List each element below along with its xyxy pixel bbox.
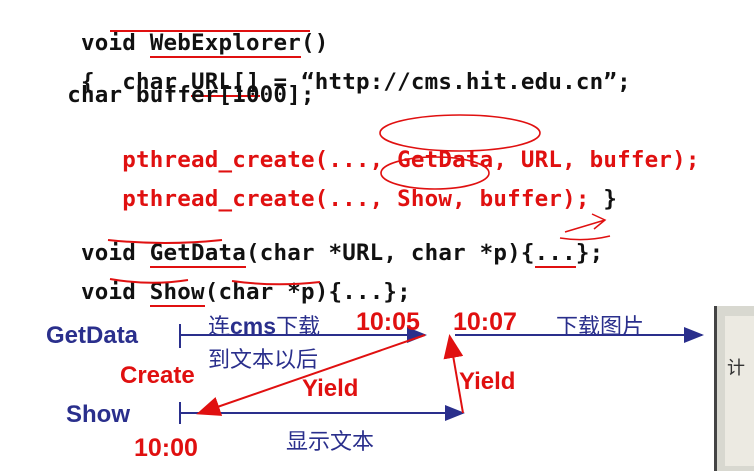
thumbnail-page bbox=[725, 316, 754, 466]
getdata-underline bbox=[107, 239, 223, 244]
circle-getdata-annotation bbox=[379, 114, 541, 152]
label-connect-cms: 连cms下载 bbox=[208, 309, 320, 341]
time-label-1005: 10:05 bbox=[356, 308, 420, 336]
param-underline bbox=[231, 280, 321, 286]
time-label-1007: 10:07 bbox=[453, 308, 517, 336]
thumbnail-glyph: 计 bbox=[727, 358, 745, 379]
annotation-overlay bbox=[107, 30, 611, 286]
thread-timeline-diagram: GetData Show Create Yield Yield 10:00 10… bbox=[0, 300, 754, 471]
getdata-thread-label: GetData bbox=[46, 322, 139, 349]
connect-suffix: 下载 bbox=[276, 315, 321, 340]
time-label-1000: 10:00 bbox=[134, 434, 198, 462]
create-label: Create bbox=[120, 362, 195, 389]
underline-annotation bbox=[559, 235, 611, 241]
connect-cms: cms bbox=[230, 313, 277, 339]
code-listing: void WebExplorer() { char URL[] = “http:… bbox=[0, 0, 754, 307]
yield-label-1: Yield bbox=[302, 375, 359, 402]
circle-show-annotation bbox=[380, 156, 490, 190]
connect-prefix: 连 bbox=[208, 315, 231, 340]
show-thread-label: Show bbox=[66, 401, 130, 428]
label-after-text: 到文本以后 bbox=[208, 348, 319, 373]
yield-label-2: Yield bbox=[459, 368, 516, 395]
show-underline bbox=[109, 278, 189, 284]
label-show-text: 显示文本 bbox=[286, 430, 375, 455]
arrow-annotation bbox=[564, 213, 607, 233]
label-download-image: 下载图片 bbox=[556, 315, 645, 340]
side-thumbnail: 计 bbox=[714, 306, 754, 471]
